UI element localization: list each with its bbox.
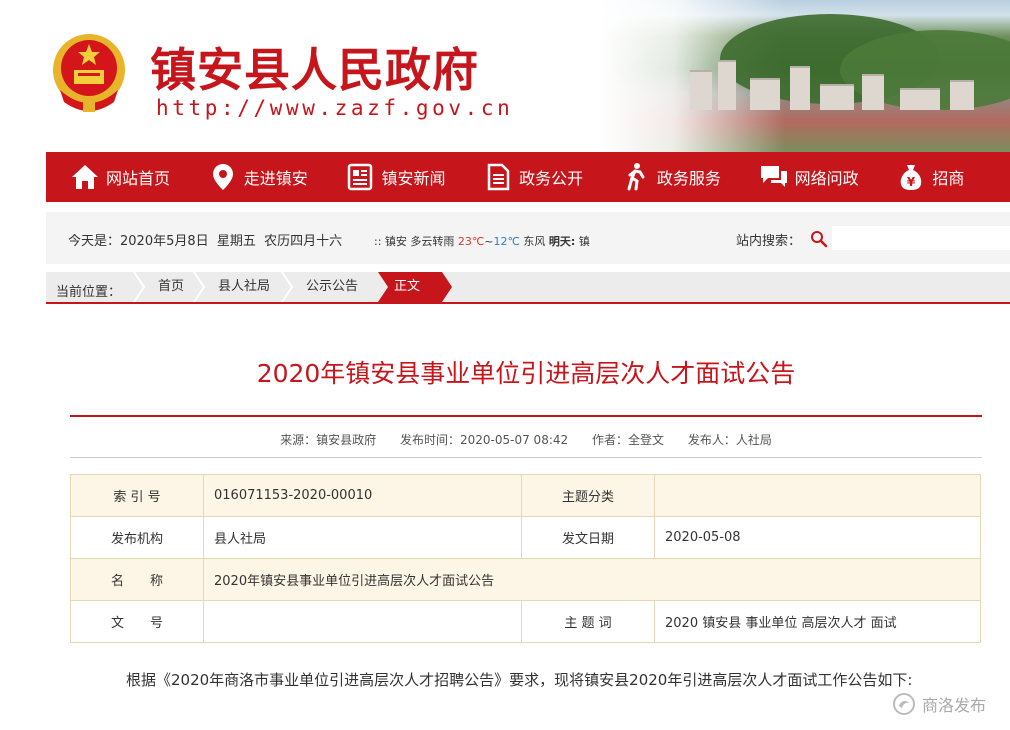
table-cell-label: 主题分类: [521, 474, 655, 517]
table-cell-label: 发布机构: [70, 516, 204, 559]
table-row: 名 称 2020年镇安县事业单位引进高层次人才面试公告: [70, 558, 981, 601]
tomorrow-value: 镇: [575, 235, 590, 248]
search-label: 站内搜索：: [736, 234, 802, 249]
search-input[interactable]: [832, 226, 1010, 250]
nav-label: 政务服务: [656, 169, 721, 188]
wind-text: 东风: [519, 235, 549, 248]
chevron-right-icon: [133, 272, 146, 302]
table-cell-label: 名 称: [70, 558, 204, 601]
nav-label: 政务公开: [519, 169, 584, 188]
breadcrumb-current: 正文: [378, 272, 452, 302]
table-cell-value: [203, 600, 522, 643]
table-cell-label: 发文日期: [521, 516, 655, 559]
breadcrumb-notices-link[interactable]: 公示公告: [306, 272, 358, 302]
site-header: 镇安县人民政府 http://www.zazf.gov.cn: [0, 0, 1010, 152]
nav-item-online-inquiry[interactable]: 网络问政: [735, 152, 873, 202]
svg-text:¥: ¥: [907, 175, 916, 189]
table-row: 索 引 号 016071153-2020-00010 主题分类: [70, 474, 981, 517]
nav-label: 走进镇安: [243, 169, 308, 188]
search-icon[interactable]: [810, 230, 828, 248]
chevron-right-icon: [281, 272, 294, 302]
chat-bubbles-icon: [760, 166, 787, 187]
table-row: 文 号 主 题 词 2020 镇安县 事业单位 高层次人才 面试: [70, 600, 981, 643]
watermark: 商洛发布: [892, 692, 986, 716]
nav-label: 招商: [932, 169, 965, 188]
money-bag-icon: ¥: [901, 165, 922, 190]
breadcrumb-home-link[interactable]: 首页: [158, 272, 184, 302]
nav-label: 网站首页: [106, 169, 171, 188]
newspaper-icon: [348, 163, 373, 191]
site-title[interactable]: 镇安县人民政府: [150, 34, 479, 100]
watermark-logo-icon: [893, 693, 915, 715]
national-emblem-icon: [53, 34, 125, 112]
meta-source: 来源：镇安县政府: [280, 433, 377, 447]
main-nav: 网站首页 走进镇安 镇安新闻 政务公开 政务服务 网络问政 ¥ 招商: [46, 152, 1010, 202]
table-cell-label: 文 号: [70, 600, 204, 643]
temp-high: 23℃: [457, 235, 485, 248]
document-icon: [487, 163, 510, 191]
nav-item-gov-affairs[interactable]: 政务公开: [459, 152, 597, 202]
meta-publish-time: 发布时间：2020-05-07 08:42: [400, 433, 569, 447]
nav-item-news[interactable]: 镇安新闻: [321, 152, 459, 202]
table-cell-value: 2020 镇安县 事业单位 高层次人才 面试: [654, 600, 981, 643]
table-cell-value: [654, 474, 981, 517]
meta-author: 作者：全登文: [591, 433, 664, 447]
table-cell-value: 2020年镇安县事业单位引进高层次人才面试公告: [203, 558, 981, 601]
article-body-paragraph: 根据《2020年商洛市事业单位引进高层次人才招聘公告》要求，现将镇安县2020年…: [126, 671, 913, 689]
site-url: http://www.zazf.gov.cn: [156, 96, 514, 120]
nav-item-home[interactable]: 网站首页: [46, 152, 184, 202]
breadcrumb-hrss-link[interactable]: 县人社局: [218, 272, 270, 302]
title-divider: [70, 415, 982, 417]
temp-low: 12℃: [493, 235, 520, 248]
weather-widget: :: 镇安 多云转雨 23℃~12℃ 东风 明天: 镇: [374, 233, 590, 249]
breadcrumb: 当前位置： 首页 县人社局 公示公告 正文: [46, 272, 1010, 304]
article-title: 2020年镇安县事业单位引进高层次人才面试公告: [256, 359, 796, 388]
chevron-right-icon: [193, 272, 206, 302]
header-scenery-image: [600, 0, 1010, 152]
nav-item-investment[interactable]: ¥ 招商: [872, 152, 1010, 202]
watermark-text: 商洛发布: [922, 696, 987, 715]
nav-label: 镇安新闻: [381, 169, 446, 188]
table-cell-value: 县人社局: [203, 516, 522, 559]
location-pin-icon: [212, 164, 233, 190]
info-bar: 今天是：2020年5月8日 星期五 农历四月十六 :: 镇安 多云转雨 23℃~…: [46, 212, 1010, 264]
table-cell-label: 索 引 号: [70, 474, 204, 517]
tomorrow-label: 明天:: [548, 235, 576, 248]
current-date: 今天是：2020年5月8日 星期五 农历四月十六: [68, 234, 343, 249]
table-cell-label: 主 题 词: [521, 600, 655, 643]
nav-label: 网络问政: [794, 169, 859, 188]
weather-text: :: 镇安 多云转雨: [374, 235, 458, 248]
meta-divider: [70, 457, 982, 458]
home-icon: [72, 165, 98, 189]
article-meta: 来源：镇安县政府 发布时间：2020-05-07 08:42 作者：全登文 发布…: [70, 431, 982, 448]
breadcrumb-label: 当前位置：: [56, 285, 122, 300]
walking-person-icon: [627, 163, 645, 191]
document-info-table: 索 引 号 016071153-2020-00010 主题分类 发布机构 县人社…: [70, 474, 981, 643]
nav-item-about[interactable]: 走进镇安: [184, 152, 322, 202]
nav-item-services[interactable]: 政务服务: [597, 152, 735, 202]
table-cell-value: 016071153-2020-00010: [203, 474, 522, 517]
table-row: 发布机构 县人社局 发文日期 2020-05-08: [70, 516, 981, 559]
table-cell-value: 2020-05-08: [654, 516, 981, 559]
meta-publisher: 发布人：人社局: [687, 433, 772, 447]
